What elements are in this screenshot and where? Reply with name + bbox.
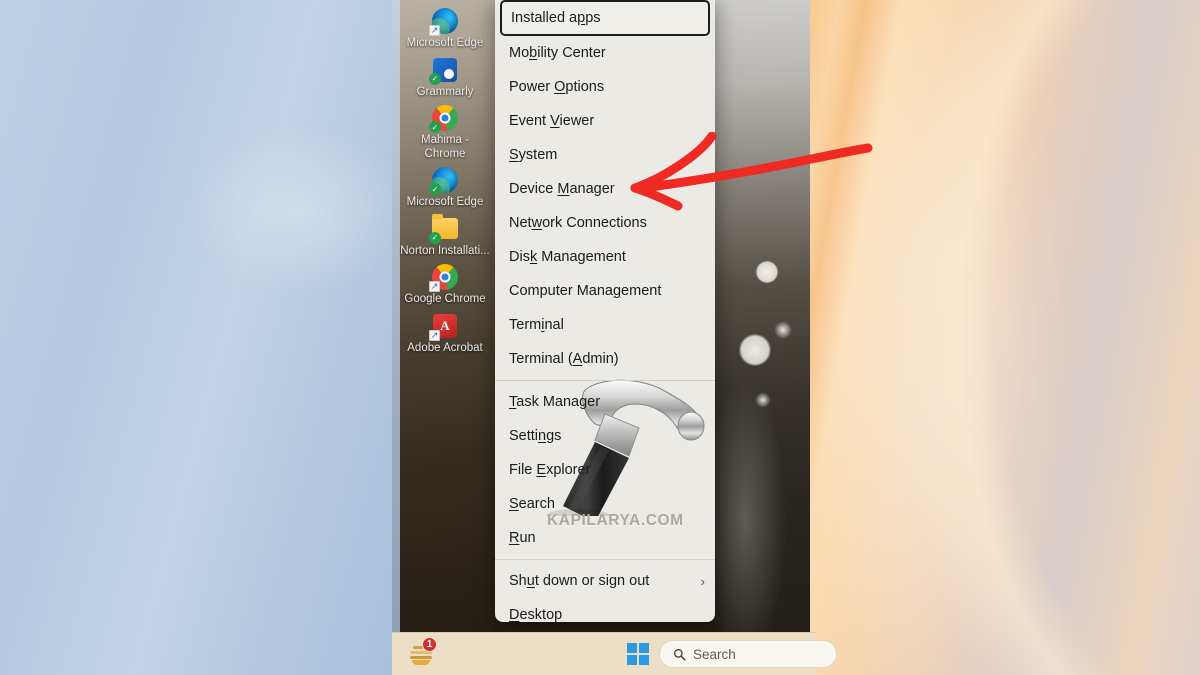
acrobat-icon: ↗ [429,311,460,341]
menu-item-shut-down-or-sign-out[interactable]: Shut down or sign out › [495,564,715,598]
taskbar-app-icon[interactable]: 1 [406,637,437,669]
desktop-icon-adobe-acrobat[interactable]: ↗ Adobe Acrobat [395,311,495,356]
winx-quick-link-menu: KAPILARYA.COM Installed apps Mobility Ce… [495,0,715,622]
menu-item-network-connections[interactable]: Network Connections [495,206,715,240]
menu-item-label: Task Manager [509,394,601,410]
menu-item-installed-apps[interactable]: Installed apps [500,0,710,36]
menu-item-label: Desktop [509,607,563,622]
menu-item-label: Terminal (Admin) [509,351,619,367]
taskbar: 1 Search [392,632,837,675]
winx-group-session: Shut down or sign out › Desktop [495,564,715,622]
menu-item-label: Event Viewer [509,113,595,129]
desktop-screen: ↗ Microsoft Edge ✓ Grammarly ✓ Mahima - … [0,0,1200,675]
menu-separator [495,380,715,381]
menu-item-mobility-center[interactable]: Mobility Center [495,36,715,70]
menu-item-label: File Explorer [509,462,591,478]
taskbar-search-box[interactable]: Search [659,640,837,668]
desktop-icon-label: Norton Installati... [400,244,490,257]
menu-item-desktop[interactable]: Desktop [495,598,715,622]
desktop-icon-list: ↗ Microsoft Edge ✓ Grammarly ✓ Mahima - … [392,6,498,359]
desktop-icon-label: Grammarly [416,85,474,98]
menu-item-label: System [509,147,558,163]
desktop-icon-grammarly[interactable]: ✓ Grammarly [395,55,495,100]
chevron-right-icon: › [700,573,705,589]
grammarly-icon: ✓ [429,55,460,85]
menu-item-computer-management[interactable]: Computer Management [495,274,715,308]
menu-item-task-manager[interactable]: Task Manager [495,385,715,419]
menu-item-label: Settings [509,428,562,444]
folder-icon: ✓ [429,214,460,244]
desktop-icon-google-chrome[interactable]: ↗ Google Chrome [395,262,495,307]
menu-item-power-options[interactable]: Power Options [495,70,715,104]
menu-item-settings[interactable]: Settings [495,419,715,453]
search-icon [673,648,686,660]
wallpaper-left [0,0,392,675]
desktop-icon-label: Microsoft Edge [406,196,484,208]
notification-badge: 1 [422,637,437,652]
desktop-icon-norton-installation[interactable]: ✓ Norton Installati... [395,214,495,259]
desktop-icon-microsoft-edge[interactable]: ↗ Microsoft Edge [395,6,495,51]
menu-item-run[interactable]: Run [495,521,715,555]
menu-item-device-manager[interactable]: Device Manager [495,172,715,206]
menu-item-label: Run [509,530,536,546]
edge-icon: ↗ [429,6,460,36]
windows-start-icon[interactable] [627,643,649,665]
desktop-icon-label: Mahima - Chrome [421,134,469,160]
wallpaper-right [810,0,1200,675]
menu-item-label: Search [509,496,555,512]
menu-item-event-viewer[interactable]: Event Viewer [495,104,715,138]
desktop-icon-label: Google Chrome [404,293,486,305]
desktop-icon-label: Adobe Acrobat [407,341,483,354]
menu-item-label: Terminal [509,317,564,333]
edge-icon: ✓ [429,165,460,195]
search-placeholder-text: Search [693,646,736,662]
menu-item-label: Device Manager [509,181,615,197]
winx-group-tools: Task Manager Settings File Explorer Sear… [495,385,715,555]
desktop-icon-mahima-chrome[interactable]: ✓ Mahima - Chrome [395,103,495,161]
taskbar-center-group: Search [627,640,837,668]
menu-item-label: Power Options [509,79,605,95]
menu-item-search[interactable]: Search [495,487,715,521]
menu-item-label: Network Connections [509,215,647,231]
desktop-icon-label: Microsoft Edge [406,37,484,49]
menu-separator [495,559,715,560]
menu-item-terminal-admin[interactable]: Terminal (Admin) [495,342,715,376]
desktop-icon-microsoft-edge-2[interactable]: ✓ Microsoft Edge [395,165,495,210]
menu-item-label: Mobility Center [509,45,606,61]
menu-item-label: Disk Management [509,249,626,265]
menu-item-label: Shut down or sign out [509,573,650,589]
wallpaper-photo-strip [715,0,811,675]
menu-item-system[interactable]: System [495,138,715,172]
winx-group-system: Installed apps Mobility Center Power Opt… [495,0,715,376]
menu-item-disk-management[interactable]: Disk Management [495,240,715,274]
menu-item-label: Installed apps [511,10,601,26]
menu-item-label: Computer Management [509,283,662,299]
chrome-icon: ✓ [429,103,460,133]
menu-item-file-explorer[interactable]: File Explorer [495,453,715,487]
menu-item-terminal[interactable]: Terminal [495,308,715,342]
chrome-icon: ↗ [429,262,460,292]
